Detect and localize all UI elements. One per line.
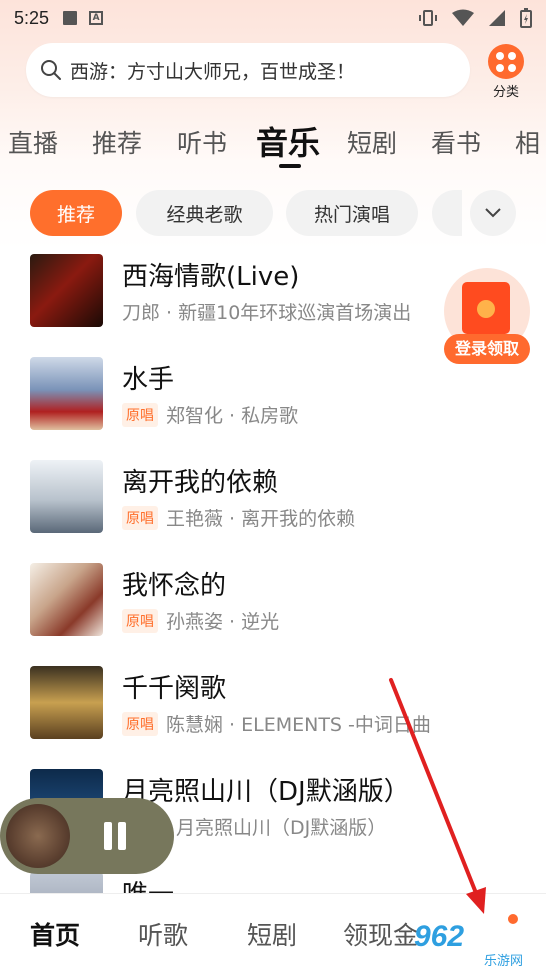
tab-indicator [279, 164, 301, 168]
signal-icon [489, 10, 505, 26]
notification-square-icon [63, 11, 78, 25]
tab-live[interactable]: 直播 [8, 124, 58, 160]
chip-expand-button[interactable] [470, 190, 516, 236]
pause-icon[interactable] [100, 822, 130, 850]
song-meta: 刀郎 · 新疆10年环球巡演首场演出 [122, 298, 411, 325]
status-bar: 5:25 A [0, 0, 546, 36]
tab-audiobook[interactable]: 听书 [177, 124, 227, 160]
search-bar[interactable]: 西游：方寸山大师兄，百世成圣！ [26, 43, 470, 97]
chip-classic[interactable]: 经典老歌 [136, 190, 273, 236]
search-icon [41, 60, 61, 80]
nav-home[interactable]: 首页 [30, 916, 80, 952]
filter-chips: 推荐 经典老歌 热门演唱 [0, 190, 546, 238]
grid-icon [488, 44, 524, 79]
album-cover [30, 357, 103, 430]
album-cover [30, 563, 103, 636]
tab-short-drama[interactable]: 短剧 [347, 124, 397, 160]
song-subtitle: 孙燕姿 · 逆光 [166, 611, 280, 633]
tab-recommend[interactable]: 推荐 [92, 124, 142, 160]
watermark-logo: 962 [414, 920, 465, 953]
site-watermark: 962 乐游网 [414, 920, 546, 970]
tab-more[interactable]: 相 [515, 124, 540, 160]
song-subtitle: 陈慧娴 · ELEMENTS -中词日曲 [166, 714, 431, 736]
reward-label: 登录领取 [444, 334, 530, 364]
song-meta: 月亮照山川（DJ默涵版） [176, 813, 386, 840]
song-title: 月亮照山川（DJ默涵版） [122, 777, 410, 807]
song-row[interactable]: 千千阕歌 原唱 陈慧娴 · ELEMENTS -中词日曲 [0, 660, 546, 760]
chip-partial[interactable] [432, 190, 462, 236]
song-row[interactable]: 水手 原唱 郑智化 · 私房歌 [0, 351, 546, 451]
nav-short-drama[interactable]: 短剧 [247, 916, 297, 952]
wifi-icon [452, 9, 474, 26]
album-cover [30, 254, 103, 327]
song-title: 我怀念的 [122, 571, 227, 601]
chip-hot[interactable]: 热门演唱 [286, 190, 418, 236]
red-envelope-icon [462, 282, 510, 334]
watermark-caption: 乐游网 [484, 954, 524, 969]
song-row[interactable]: 离开我的依赖 原唱 王艳薇 · 离开我的依赖 [0, 454, 546, 554]
tab-reading[interactable]: 看书 [431, 124, 481, 160]
search-placeholder: 西游：方寸山大师兄，百世成圣！ [70, 60, 356, 83]
notification-a-icon: A [89, 11, 104, 25]
song-meta: 原唱 郑智化 · 私房歌 [122, 401, 298, 428]
nav-cash[interactable]: 领现金 [343, 916, 418, 952]
original-badge: 原唱 [122, 711, 158, 736]
category-label: 分类 [492, 85, 519, 100]
song-subtitle: 王艳薇 · 离开我的依赖 [166, 508, 356, 530]
vibrate-icon [419, 10, 437, 26]
chip-recommend[interactable]: 推荐 [30, 190, 122, 236]
original-badge: 原唱 [122, 608, 158, 633]
album-cover [30, 460, 103, 533]
nav-listen[interactable]: 听歌 [138, 916, 188, 952]
song-subtitle: 月亮照山川（DJ默涵版） [176, 817, 387, 839]
song-meta: 原唱 孙燕姿 · 逆光 [122, 607, 279, 634]
album-cover [30, 666, 103, 739]
song-title: 西海情歌(Live) [122, 262, 300, 292]
category-button[interactable]: 分类 [484, 44, 528, 100]
song-row[interactable]: 我怀念的 原唱 孙燕姿 · 逆光 [0, 557, 546, 657]
login-reward-widget[interactable]: 登录领取 [444, 268, 530, 364]
song-meta: 原唱 陈慧娴 · ELEMENTS -中词日曲 [122, 710, 431, 737]
song-subtitle: 郑智化 · 私房歌 [166, 405, 299, 427]
song-title: 离开我的依赖 [122, 468, 279, 498]
tab-music[interactable]: 音乐 [256, 118, 320, 164]
chevron-down-icon [485, 208, 501, 218]
original-badge: 原唱 [122, 402, 158, 427]
player-album-disc [6, 804, 70, 868]
mini-player[interactable] [0, 798, 174, 874]
song-meta: 原唱 王艳薇 · 离开我的依赖 [122, 504, 355, 531]
battery-icon [520, 8, 532, 28]
song-title: 水手 [122, 365, 175, 395]
status-time: 5:25 [14, 7, 50, 28]
top-tabs: 直播 推荐 听书 音乐 短剧 看书 相 [0, 116, 546, 176]
song-title: 千千阕歌 [122, 674, 227, 704]
original-badge: 原唱 [122, 505, 158, 530]
song-subtitle: 刀郎 · 新疆10年环球巡演首场演出 [122, 302, 412, 324]
